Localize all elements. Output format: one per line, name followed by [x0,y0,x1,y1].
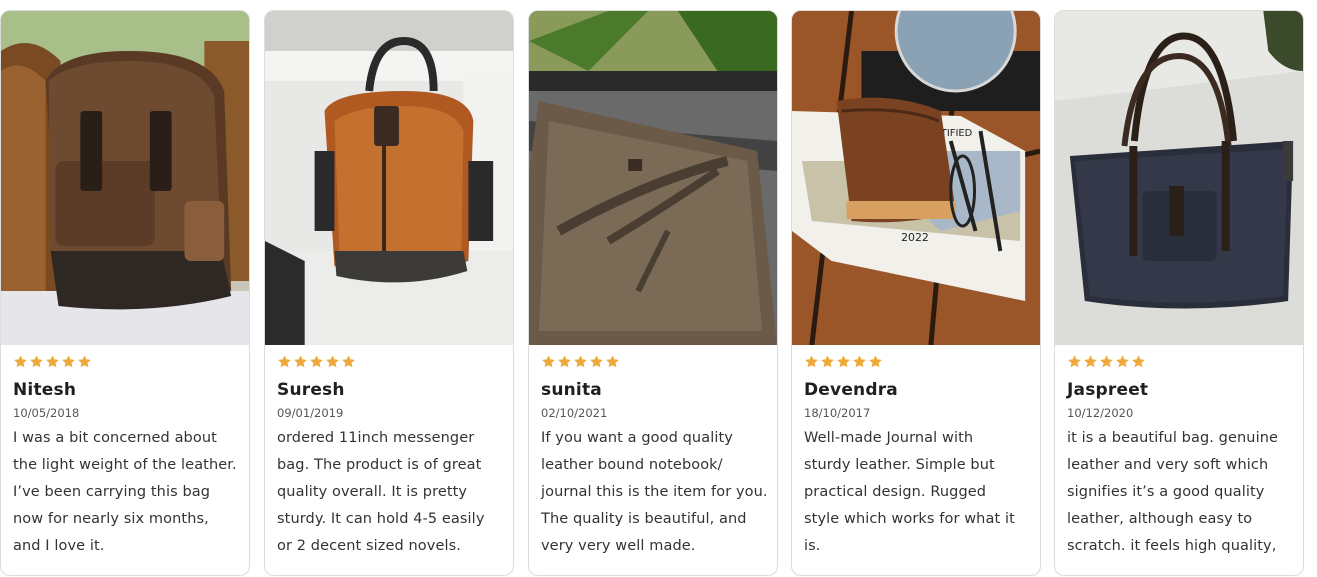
review-text: ordered 11inch messenger bag. The produc… [277,425,507,560]
review-text-line: or 2 decent sized novels. [277,538,461,554]
review-text-line: I’ve been carrying this bag [13,484,211,500]
star-icon [78,355,91,368]
star-rating [277,354,507,372]
review-text: Well-made Journal with sturdy leather. S… [804,425,1034,560]
star-icon [294,355,307,368]
review-date: 10/05/2018 [13,406,80,420]
review-card[interactable]: TIFIED 2022 Devendra 18/10/2017 Well-mad… [791,10,1041,576]
review-text: it is a beautiful bag. genuine leather a… [1067,425,1297,560]
review-text-line: leather and very soft which [1067,457,1269,473]
review-date: 18/10/2017 [804,406,871,420]
review-text-line: scratch. it feels high quality, [1067,538,1277,554]
review-text-line: sturdy leather. Simple but [804,457,995,473]
star-icon [1100,355,1113,368]
review-text-line: practical design. Rugged [804,484,987,500]
review-text-line: bag. The product is of great [277,457,482,473]
star-icon [558,355,571,368]
review-card[interactable]: Suresh 09/01/2019 ordered 11inch messeng… [264,10,514,576]
star-rating [13,354,243,372]
star-icon [606,355,619,368]
star-icon [46,355,59,368]
review-photo-backpack[interactable] [1,11,249,345]
calendar-label-2: 2022 [901,231,929,244]
star-icon [853,355,866,368]
star-icon [62,355,75,368]
review-text: I was a bit concerned about the light we… [13,425,243,560]
review-text-line: now for nearly six months, [13,511,209,527]
review-text-line: I was a bit concerned about [13,430,217,446]
review-text-line: If you want a good quality [541,430,733,446]
review-text-line: Well-made Journal with [804,430,974,446]
review-photo-notebook[interactable] [529,11,777,345]
reviewer-name: Devendra [804,380,898,400]
review-date: 02/10/2021 [541,406,608,420]
review-text-line: style which works for what it [804,511,1015,527]
review-text-line: ordered 11inch messenger [277,430,475,446]
star-icon [1068,355,1081,368]
review-card[interactable]: Jaspreet 10/12/2020 it is a beautiful ba… [1054,10,1304,576]
review-text-line: sturdy. It can hold 4-5 easily [277,511,485,527]
calendar-label-1: TIFIED [940,128,973,139]
reviewer-name: Jaspreet [1067,380,1149,400]
star-icon [342,355,355,368]
star-icon [1132,355,1145,368]
review-text-line: journal this is the item for you. [541,484,768,500]
review-text: If you want a good quality leather bound… [541,425,771,560]
star-icon [805,355,818,368]
review-text-line: the light weight of the leather. [13,457,237,473]
review-text-line: leather bound notebook/ [541,457,723,473]
review-date: 10/12/2020 [1067,406,1134,420]
star-icon [542,355,555,368]
star-rating [804,354,1034,372]
star-icon [30,355,43,368]
reviewer-name: sunita [541,380,602,400]
star-icon [310,355,323,368]
star-icon [837,355,850,368]
star-icon [326,355,339,368]
review-photo-journal[interactable]: TIFIED 2022 [792,11,1040,345]
review-text-line: The quality is beautiful, and [541,511,747,527]
review-text-line: leather, although easy to [1067,511,1253,527]
star-icon [1084,355,1097,368]
star-rating [1067,354,1297,372]
star-icon [869,355,882,368]
review-card[interactable]: sunita 02/10/2021 If you want a good qua… [528,10,778,576]
review-text-line: is. [804,538,821,554]
star-icon [14,355,27,368]
reviewer-name: Nitesh [13,380,77,400]
review-photo-tote-bag[interactable] [1055,11,1303,345]
review-text-line: and I love it. [13,538,105,554]
star-icon [574,355,587,368]
review-date: 09/01/2019 [277,406,344,420]
review-card[interactable]: Nitesh 10/05/2018 I was a bit concerned … [0,10,250,576]
star-icon [590,355,603,368]
review-photo-orange-backpack[interactable] [265,11,513,345]
star-rating [541,354,771,372]
reviews-row: Nitesh 10/05/2018 I was a bit concerned … [0,0,1317,577]
star-icon [821,355,834,368]
star-icon [1116,355,1129,368]
star-icon [278,355,291,368]
review-text-line: very very well made. [541,538,696,554]
review-text-line: it is a beautiful bag. genuine [1067,430,1279,446]
review-text-line: quality overall. It is pretty [277,484,468,500]
reviewer-name: Suresh [277,380,345,400]
review-text-line: signifies it’s a good quality [1067,484,1265,500]
